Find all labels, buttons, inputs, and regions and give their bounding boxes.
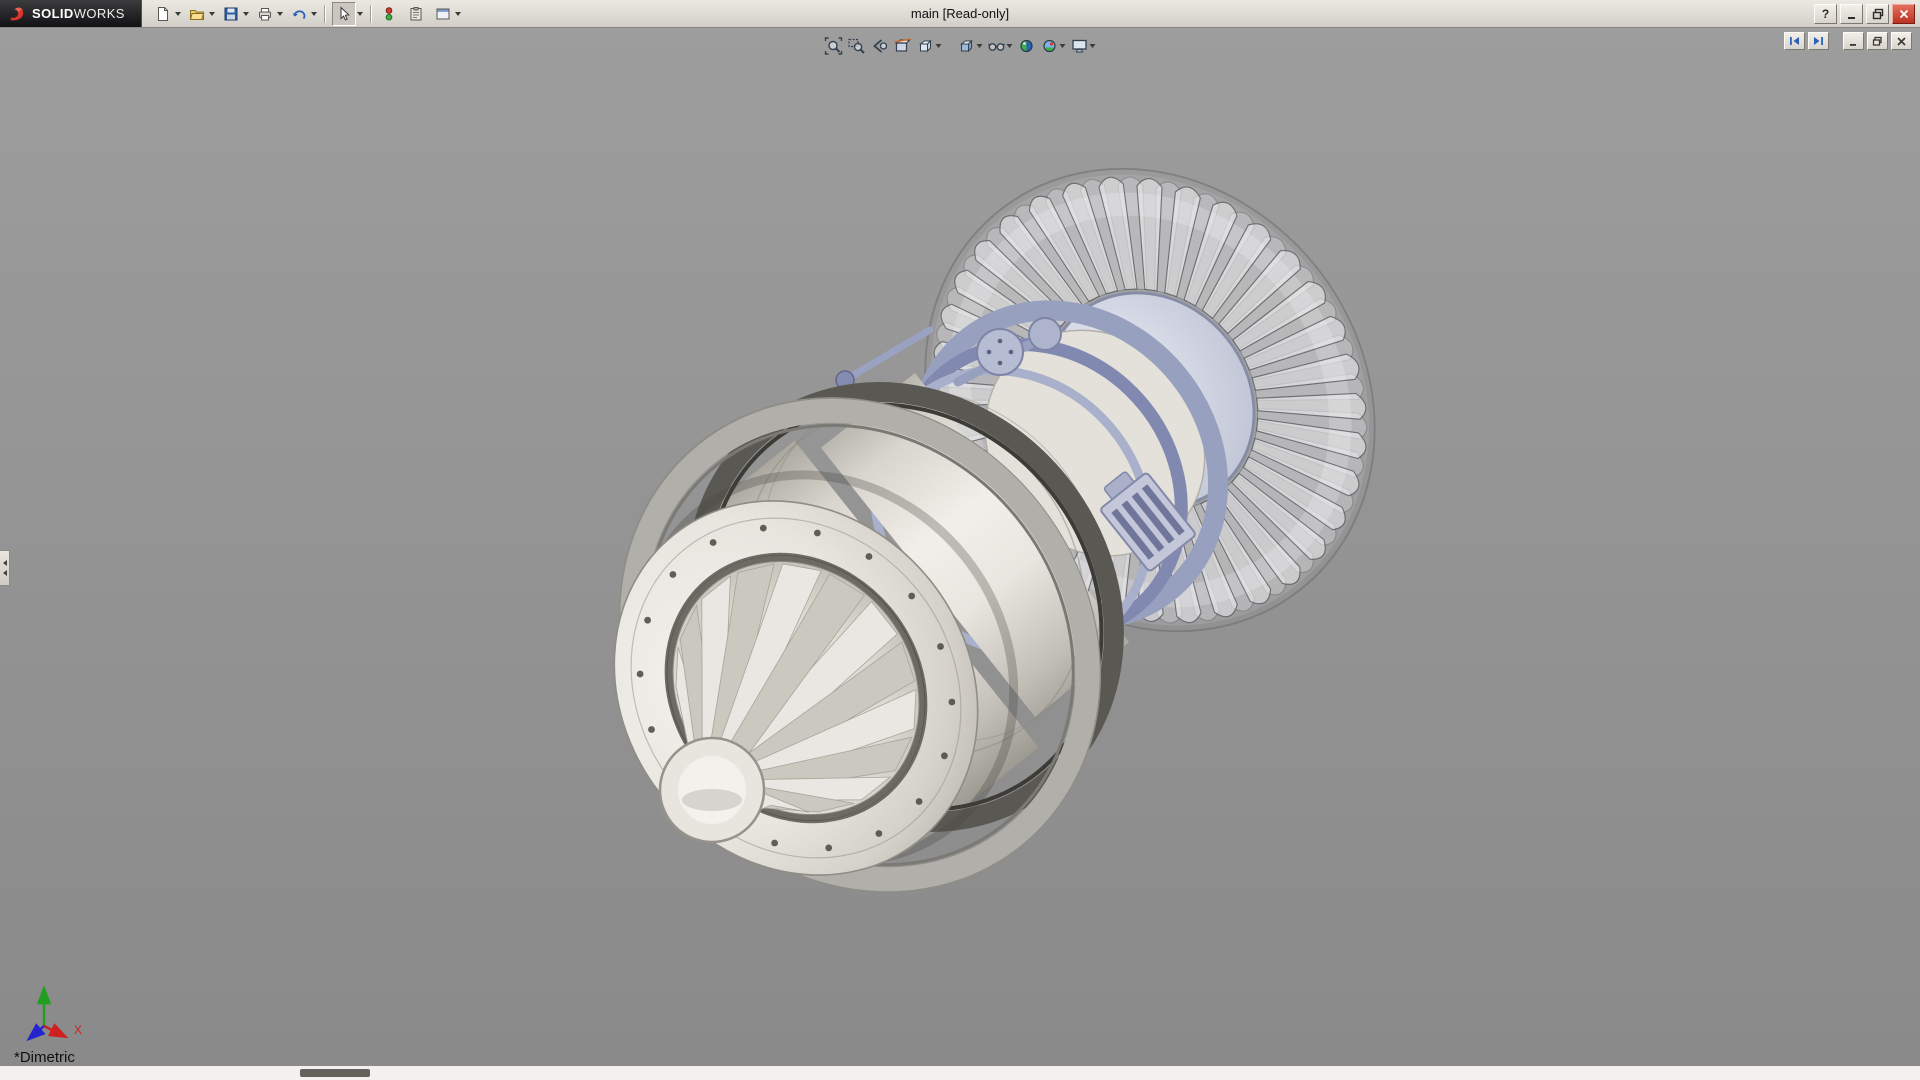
display-style-caret[interactable] xyxy=(977,44,983,48)
undo-dropdown-caret[interactable] xyxy=(311,12,317,16)
heads-up-toolbar xyxy=(823,33,1098,59)
toolbar-separator xyxy=(324,5,325,23)
section-view-button[interactable] xyxy=(892,33,914,59)
hide-feature-pane-button[interactable] xyxy=(1808,32,1829,50)
orientation-triad[interactable]: X xyxy=(2,966,112,1052)
minimize-icon xyxy=(1846,8,1858,20)
triad-z-axis xyxy=(30,1026,44,1038)
appearance-ball-icon xyxy=(1018,37,1036,55)
close-window-button[interactable] xyxy=(1892,4,1915,24)
display-style-icon xyxy=(958,37,976,55)
zoom-to-fit-button[interactable] xyxy=(823,33,845,59)
selection-filter-button[interactable] xyxy=(376,2,402,26)
show-feature-pane-button[interactable] xyxy=(1784,32,1805,50)
restore-icon xyxy=(1872,36,1883,47)
scene-ball-icon xyxy=(1041,37,1059,55)
window-controls: ? xyxy=(1814,4,1920,24)
selection-filter-icon xyxy=(378,3,400,25)
undo-icon xyxy=(288,3,310,25)
select-button[interactable] xyxy=(330,2,365,26)
file-properties-button[interactable] xyxy=(403,2,429,26)
triad-x-axis xyxy=(44,1026,64,1036)
apply-scene-caret[interactable] xyxy=(1060,44,1066,48)
main-toolbar xyxy=(142,0,463,27)
document-controls xyxy=(1784,32,1912,50)
pane-left-arrow-icon xyxy=(1788,35,1801,47)
toolbar-separator xyxy=(370,5,371,23)
window-title: main [Read-only] xyxy=(911,6,1009,21)
viewport[interactable]: X *Dimetric xyxy=(0,27,1920,1066)
title-bar: SOLIDWORKS xyxy=(0,0,1920,28)
view-orientation-caret[interactable] xyxy=(936,44,942,48)
minimize-document-button[interactable] xyxy=(1843,32,1864,50)
solidworks-window: SOLIDWORKS xyxy=(0,0,1920,1080)
section-view-icon xyxy=(894,37,912,55)
brand-text: SOLIDWORKS xyxy=(32,6,125,21)
hide-show-caret[interactable] xyxy=(1007,44,1013,48)
minimize-icon xyxy=(1848,36,1859,47)
view-settings-icon xyxy=(1071,37,1089,55)
view-settings-button[interactable] xyxy=(1069,33,1098,59)
open-folder-icon xyxy=(186,3,208,25)
save-dropdown-caret[interactable] xyxy=(243,12,249,16)
print-icon xyxy=(254,3,276,25)
collapse-arrow-icon xyxy=(3,560,7,566)
minimize-window-button[interactable] xyxy=(1840,4,1863,24)
view-orientation-button[interactable] xyxy=(915,33,944,59)
close-icon xyxy=(1896,36,1907,47)
undo-button[interactable] xyxy=(286,2,319,26)
glasses-icon xyxy=(988,37,1006,55)
solidworks-logo: SOLIDWORKS xyxy=(0,0,142,27)
restore-document-button[interactable] xyxy=(1867,32,1888,50)
select-dropdown-caret[interactable] xyxy=(357,12,363,16)
ds-logo-icon xyxy=(8,5,26,23)
options-button[interactable] xyxy=(430,2,463,26)
options-window-icon xyxy=(432,3,454,25)
zoom-to-area-button[interactable] xyxy=(846,33,868,59)
help-button[interactable]: ? xyxy=(1814,4,1837,24)
open-dropdown-caret[interactable] xyxy=(209,12,215,16)
new-document-icon xyxy=(152,3,174,25)
restore-icon xyxy=(1872,8,1884,20)
previous-view-button[interactable] xyxy=(869,33,891,59)
new-button[interactable] xyxy=(150,2,183,26)
select-cursor-icon xyxy=(332,2,356,26)
new-dropdown-caret[interactable] xyxy=(175,12,181,16)
edit-appearance-button[interactable] xyxy=(1016,33,1038,59)
view-settings-caret[interactable] xyxy=(1090,44,1096,48)
close-icon xyxy=(1898,8,1910,20)
previous-view-icon xyxy=(871,37,889,55)
view-orientation-label: *Dimetric xyxy=(14,1049,75,1066)
zoom-to-fit-icon xyxy=(825,37,843,55)
print-dropdown-caret[interactable] xyxy=(277,12,283,16)
panel-collapse-tab[interactable] xyxy=(0,550,10,586)
view-orientation-icon xyxy=(917,37,935,55)
hide-show-items-button[interactable] xyxy=(986,33,1015,59)
close-document-button[interactable] xyxy=(1891,32,1912,50)
pane-right-arrow-icon xyxy=(1812,35,1825,47)
status-bar xyxy=(0,1065,1920,1080)
restore-window-button[interactable] xyxy=(1866,4,1889,24)
save-button[interactable] xyxy=(218,2,251,26)
open-button[interactable] xyxy=(184,2,217,26)
display-style-button[interactable] xyxy=(956,33,985,59)
triad-x-label: X xyxy=(74,1023,82,1037)
zoom-to-area-icon xyxy=(848,37,866,55)
print-button[interactable] xyxy=(252,2,285,26)
status-item xyxy=(300,1069,370,1077)
options-dropdown-caret[interactable] xyxy=(455,12,461,16)
save-floppy-icon xyxy=(220,3,242,25)
apply-scene-button[interactable] xyxy=(1039,33,1068,59)
engine-model[interactable] xyxy=(0,27,1920,1066)
clipboard-icon xyxy=(405,3,427,25)
collapse-arrow-icon xyxy=(3,570,7,576)
